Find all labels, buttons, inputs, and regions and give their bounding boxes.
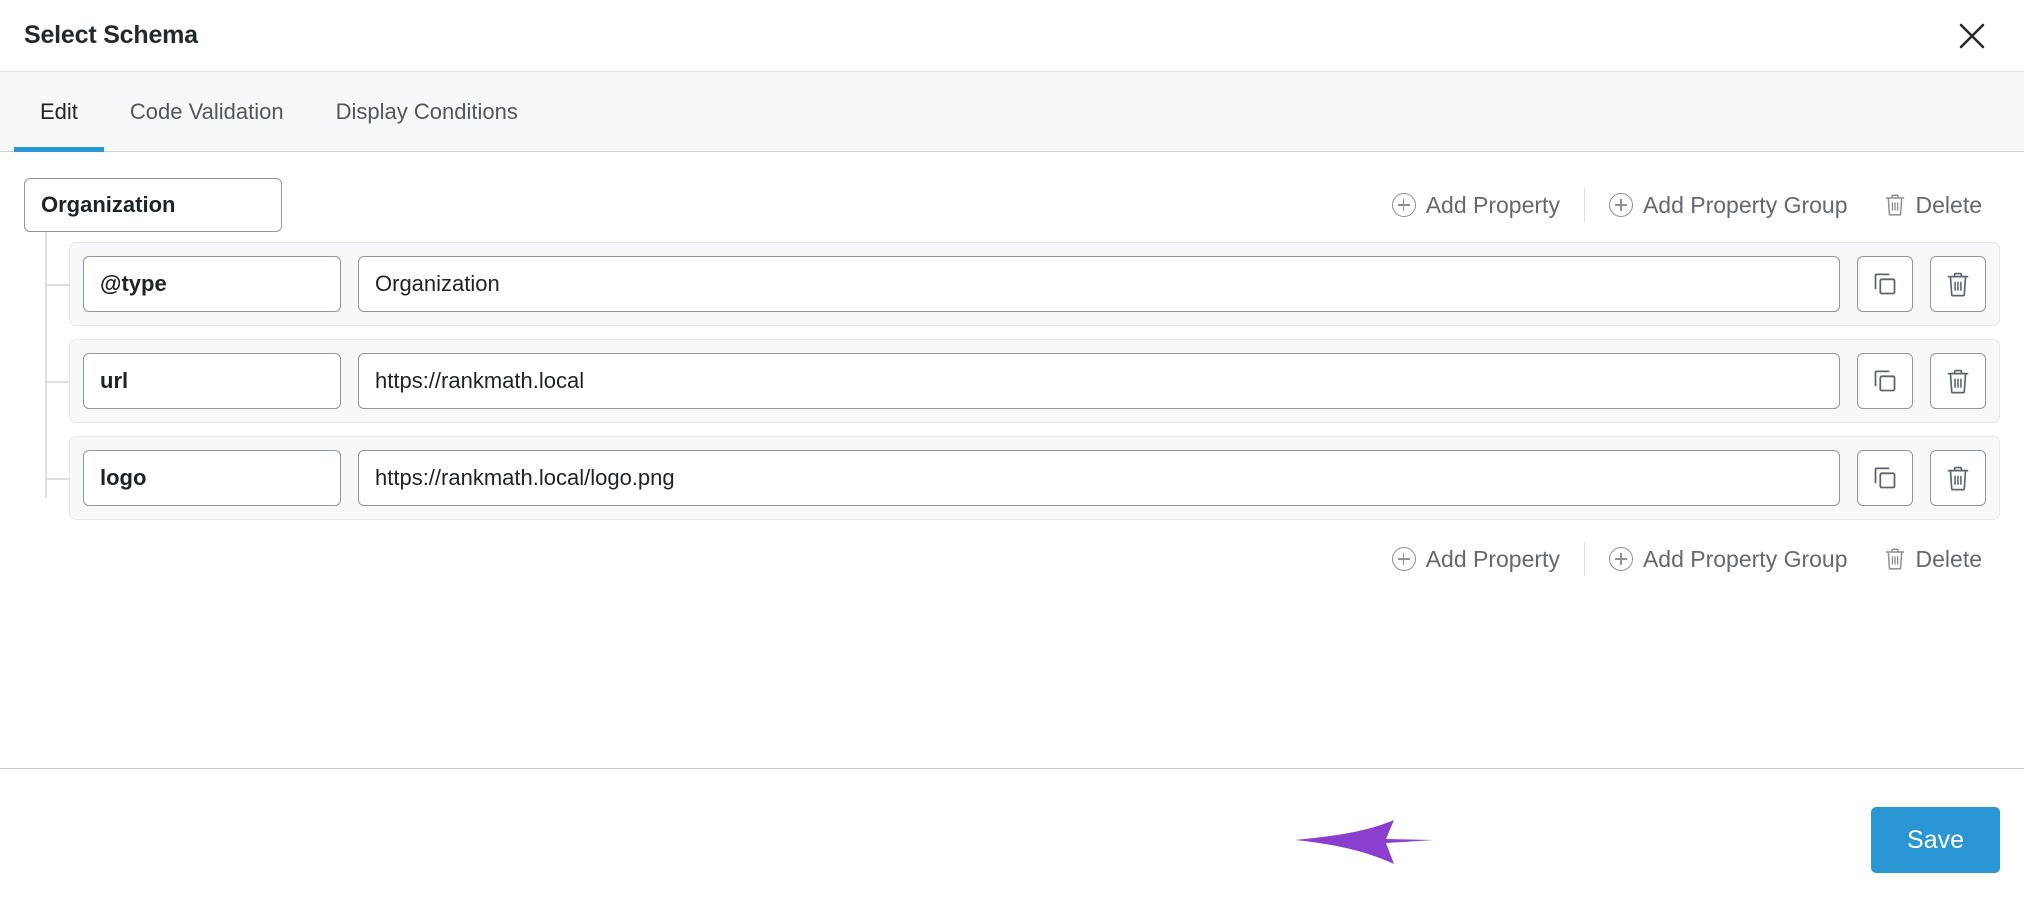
property-value-input[interactable] — [358, 450, 1840, 506]
top-add-property-group-label: Add Property Group — [1642, 191, 1848, 218]
property-copy-button[interactable] — [1857, 353, 1913, 409]
plus-circle-icon — [1608, 193, 1633, 217]
property-key-input[interactable] — [83, 353, 341, 409]
bottom-add-property-button[interactable]: Add Property — [1374, 546, 1578, 573]
property-copy-button[interactable] — [1857, 256, 1913, 312]
top-delete-label: Delete — [1915, 191, 1982, 218]
property-row — [45, 242, 2000, 326]
plus-circle-icon — [1608, 547, 1633, 571]
tab-code-validation-label: Code Validation — [129, 98, 284, 124]
property-row — [45, 339, 2000, 423]
modal-header: Select Schema — [0, 0, 2024, 72]
tab-code-validation[interactable]: Code Validation — [104, 72, 310, 151]
property-delete-button[interactable] — [1930, 256, 1986, 312]
top-delete-button[interactable]: Delete — [1866, 192, 2000, 219]
modal-footer: Save — [0, 768, 2024, 911]
property-tree: Add Property Add Property Group — [24, 224, 2000, 576]
schema-group-header: Add Property Add Property Group — [24, 178, 2000, 232]
bottom-delete-button[interactable]: Delete — [1866, 546, 2000, 573]
property-value-input[interactable] — [358, 353, 1840, 409]
tab-bar: Edit Code Validation Display Conditions — [0, 72, 2024, 152]
trash-icon — [1884, 547, 1906, 571]
trash-icon — [1945, 368, 1971, 395]
close-button[interactable] — [1950, 14, 1994, 58]
bottom-add-property-group-button[interactable]: Add Property Group — [1591, 546, 1866, 573]
bottom-delete-label: Delete — [1915, 545, 1982, 572]
tab-display-conditions[interactable]: Display Conditions — [310, 72, 544, 151]
tab-edit[interactable]: Edit — [14, 72, 104, 152]
top-add-property-button[interactable]: Add Property — [1374, 192, 1578, 219]
property-copy-button[interactable] — [1857, 450, 1913, 506]
trash-icon — [1945, 271, 1971, 298]
property-delete-button[interactable] — [1930, 450, 1986, 506]
tab-edit-label: Edit — [40, 98, 78, 124]
property-key-input[interactable] — [83, 450, 341, 506]
copy-icon — [1872, 271, 1898, 297]
top-add-property-group-button[interactable]: Add Property Group — [1591, 192, 1866, 219]
save-button-label: Save — [1907, 825, 1964, 854]
trash-icon — [1945, 465, 1971, 492]
trash-icon — [1884, 193, 1906, 217]
tab-display-conditions-label: Display Conditions — [335, 98, 518, 124]
schema-group-name-input[interactable] — [24, 178, 282, 232]
property-delete-button[interactable] — [1930, 353, 1986, 409]
bottom-action-links: Add Property Add Property Group Delete — [69, 542, 2000, 576]
property-key-input[interactable] — [83, 256, 341, 312]
plus-circle-icon — [1391, 547, 1416, 571]
select-schema-modal: Select Schema Edit Code Validation Displ… — [0, 0, 2024, 911]
close-icon — [1957, 21, 1987, 51]
page-title: Select Schema — [24, 21, 198, 49]
top-add-property-label: Add Property — [1425, 191, 1560, 218]
top-action-links: Add Property Add Property Group Delete — [1374, 188, 2000, 222]
action-divider — [1583, 188, 1585, 222]
bottom-add-property-label: Add Property — [1425, 545, 1560, 572]
copy-icon — [1872, 465, 1898, 491]
bottom-add-property-group-label: Add Property Group — [1642, 545, 1848, 572]
action-divider — [1583, 542, 1585, 576]
schema-editor-body: Add Property Add Property Group — [0, 152, 2024, 768]
tree-trunk-line — [45, 224, 47, 498]
copy-icon — [1872, 368, 1898, 394]
save-button[interactable]: Save — [1871, 807, 2000, 873]
plus-circle-icon — [1391, 193, 1416, 217]
property-value-input[interactable] — [358, 256, 1840, 312]
property-row — [45, 436, 2000, 520]
